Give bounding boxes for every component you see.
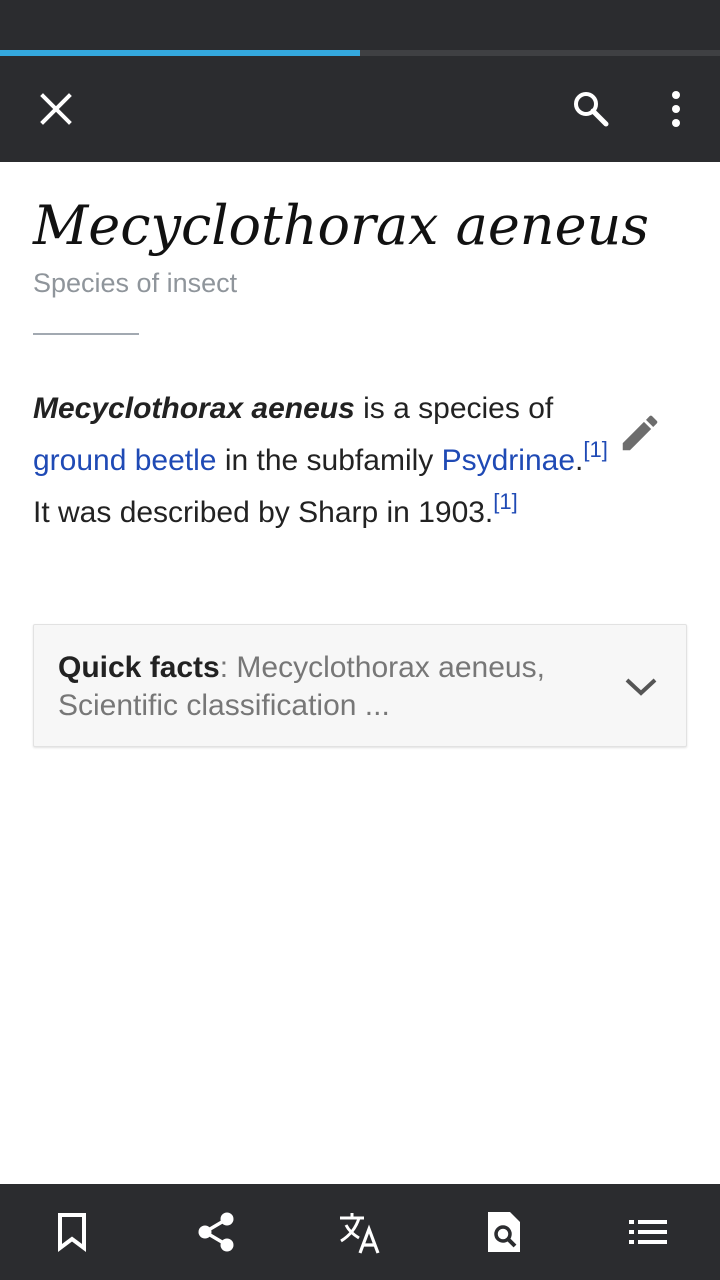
edit-section-button[interactable] [613, 406, 667, 460]
article-description: Species of insect [33, 268, 238, 298]
language-button[interactable] [332, 1204, 388, 1260]
find-in-page-button[interactable] [476, 1204, 532, 1260]
reference-link-2[interactable]: [1] [493, 489, 517, 514]
top-toolbar [0, 56, 720, 162]
more-options-button[interactable] [648, 81, 704, 137]
intro-paragraph: Mecyclothorax aeneus is a species of gro… [33, 383, 618, 539]
share-button[interactable] [188, 1204, 244, 1260]
search-icon [574, 92, 609, 127]
translate-icon [340, 1213, 380, 1254]
chevron-down-icon [625, 678, 657, 696]
table-of-contents-button[interactable] [620, 1204, 676, 1260]
bottom-action-bar [0, 1184, 720, 1280]
quick-facts-expand-button[interactable] [614, 659, 668, 713]
intro-text-2: in the subfamily [216, 444, 442, 477]
quick-facts-panel[interactable]: Quick facts: Mecyclothorax aeneus, Scien… [33, 624, 687, 747]
quick-facts-label: Quick facts [58, 651, 220, 684]
intro-bold-name: Mecyclothorax aeneus [33, 392, 355, 425]
link-ground-beetle[interactable]: ground beetle [33, 444, 217, 477]
article-title: Mecyclothorax aeneus [33, 194, 650, 257]
quick-facts-text: Quick facts: Mecyclothorax aeneus, Scien… [58, 649, 598, 725]
bookmark-icon [58, 1213, 86, 1252]
link-psydrinae[interactable]: Psydrinae [442, 444, 575, 477]
close-button[interactable] [28, 81, 84, 137]
title-divider [33, 333, 139, 335]
search-button[interactable] [563, 81, 619, 137]
intro-text-1: is a species of [354, 392, 554, 425]
contents-list-icon [629, 1220, 667, 1244]
intro-text-4: It was described by Sharp in 1903. [33, 496, 494, 529]
share-icon [198, 1212, 234, 1252]
quick-facts-separator: : [219, 651, 237, 684]
bookmark-button[interactable] [44, 1204, 100, 1260]
find-in-page-icon [488, 1212, 520, 1252]
close-icon [40, 93, 72, 125]
more-vert-icon [672, 91, 680, 127]
pencil-icon [622, 415, 658, 451]
status-bar [0, 0, 720, 50]
reference-link-1[interactable]: [1] [583, 437, 607, 462]
